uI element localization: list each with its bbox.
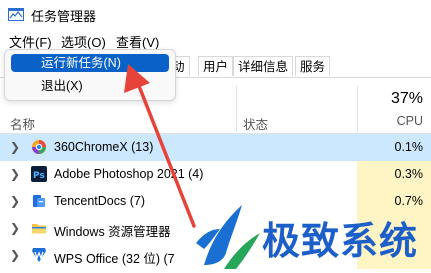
menu-item-run-new-task[interactable]: 运行新任务(N)	[11, 54, 169, 72]
column-divider	[236, 86, 237, 132]
photoshop-icon: Ps	[31, 166, 47, 182]
column-header-name[interactable]: 名称	[10, 114, 35, 133]
title-bar: 任务管理器	[0, 0, 431, 28]
menu-item-exit[interactable]: 退出(X)	[11, 77, 169, 95]
column-header-cpu[interactable]: CPU	[397, 114, 423, 128]
tab-users[interactable]: 用户	[198, 56, 234, 76]
process-name: 360ChromeX (13)	[54, 140, 154, 154]
process-row[interactable]: ❯ Ps Adobe Photoshop 2021 (4) 0.3%	[0, 161, 431, 188]
process-name: TencentDocs (7)	[54, 194, 146, 208]
chevron-right-icon[interactable]: ❯	[10, 221, 20, 235]
tab-services[interactable]: 服务	[295, 56, 331, 76]
chevron-right-icon[interactable]: ❯	[10, 167, 20, 181]
chevron-right-icon[interactable]: ❯	[10, 248, 20, 262]
process-cpu: 0.1%	[357, 134, 431, 161]
process-name: Adobe Photoshop 2021 (4)	[54, 167, 204, 181]
chevron-right-icon[interactable]: ❯	[10, 194, 20, 208]
folder-icon	[32, 224, 46, 234]
task-manager-app-icon	[8, 8, 24, 21]
wps-icon	[32, 248, 46, 262]
chevron-right-icon[interactable]: ❯	[10, 140, 20, 154]
window-title: 任务管理器	[31, 9, 97, 24]
column-divider	[357, 86, 358, 132]
process-cpu: 0.3%	[357, 161, 431, 188]
file-menu-dropdown: 运行新任务(N) 退出(X)	[4, 49, 176, 101]
cpu-total-percent: 37%	[390, 90, 423, 107]
360chrome-icon	[32, 140, 46, 154]
tencentdocs-icon	[33, 195, 45, 207]
process-name: WPS Office (32 位) (7	[54, 252, 175, 266]
column-header-status[interactable]: 状态	[243, 114, 268, 133]
tab-details[interactable]: 详细信息	[233, 56, 294, 76]
watermark-text: 极致系统	[262, 219, 419, 263]
process-row[interactable]: ❯ 360ChromeX (13) 0.1%	[0, 134, 431, 161]
process-name: Windows 资源管理器	[54, 225, 171, 239]
task-manager-window: 任务管理器 文件(F) 选项(O) 查看(V) 动 用户 详细信息 服务 37%…	[0, 0, 431, 273]
menu-bar: 文件(F) 选项(O) 查看(V)	[0, 30, 431, 50]
svg-text:Ps: Ps	[33, 171, 45, 181]
